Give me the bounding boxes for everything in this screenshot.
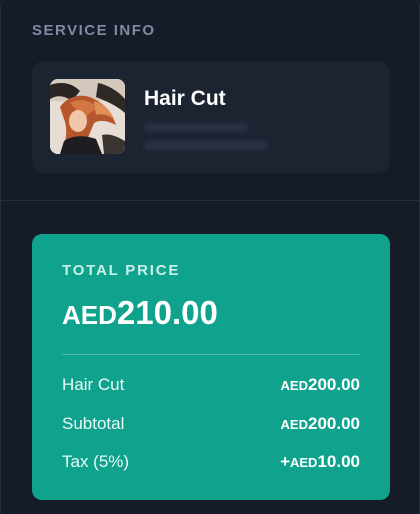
- price-row-value: AED200.00: [281, 375, 360, 395]
- section-divider: [1, 200, 420, 201]
- total-price-label: TOTAL PRICE: [62, 262, 181, 279]
- price-divider: [62, 354, 360, 355]
- service-card[interactable]: Hair Cut: [32, 61, 390, 173]
- service-name: Hair Cut: [144, 87, 226, 110]
- price-row-currency: AED: [280, 417, 308, 432]
- service-info-heading: SERVICE INFO: [32, 22, 156, 39]
- price-row-value: AED200.00: [281, 414, 360, 434]
- price-row-amount: 200.00: [308, 375, 360, 394]
- hair-salon-photo-icon: [50, 79, 125, 154]
- price-row-amount: 200.00: [308, 414, 360, 433]
- booking-summary-panel: SERVICE INFO Hair Cut TOTAL PRICE AED210…: [0, 0, 420, 514]
- price-row-tax: Tax (5%) +AED10.00: [62, 450, 360, 474]
- total-price-value: AED210.00: [62, 294, 218, 332]
- price-row-amount: 10.00: [317, 452, 360, 471]
- price-row-currency: AED: [280, 378, 308, 393]
- hair-salon-photo-illustration: [50, 79, 125, 154]
- total-price-card: TOTAL PRICE AED210.00 Hair Cut AED200.00…: [32, 234, 390, 500]
- total-price-currency: AED: [62, 300, 117, 330]
- service-details-blurred: [144, 123, 274, 157]
- price-row-prefix: +: [280, 452, 290, 471]
- price-row-currency: AED: [290, 455, 318, 470]
- price-row-label: Hair Cut: [62, 375, 125, 394]
- price-row-subtotal: Subtotal AED200.00: [62, 412, 360, 436]
- blurred-line: [144, 123, 248, 132]
- price-row-hair-cut: Hair Cut AED200.00: [62, 373, 360, 397]
- total-price-amount: 210.00: [116, 294, 218, 331]
- blurred-line: [144, 141, 268, 150]
- price-row-label: Tax (5%): [62, 452, 130, 471]
- price-row-label: Subtotal: [62, 414, 125, 433]
- price-row-value: +AED10.00: [280, 452, 360, 472]
